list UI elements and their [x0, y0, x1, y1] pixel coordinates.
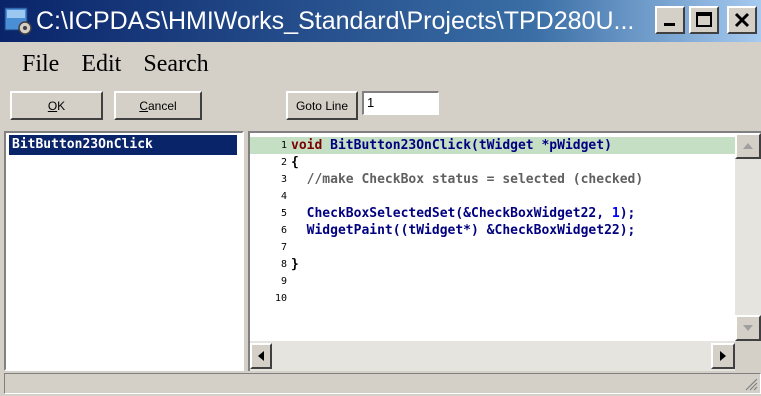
menu-search[interactable]: Search [143, 49, 208, 79]
code-token: CheckBoxSelectedSet(&CheckBoxWidget22, [291, 206, 612, 221]
close-button[interactable] [727, 6, 757, 34]
code-text: void BitButton23OnClick(tWidget *pWidget… [291, 137, 612, 154]
code-token: void [291, 138, 323, 153]
scroll-right-button[interactable] [711, 343, 735, 369]
scroll-left-icon [258, 351, 264, 361]
code-text: { [291, 154, 299, 171]
code-line[interactable]: 9 [250, 273, 735, 290]
vertical-scrollbar[interactable] [735, 133, 761, 341]
code-line[interactable]: 5 CheckBoxSelectedSet(&CheckBoxWidget22,… [250, 205, 735, 222]
title-bar[interactable]: C:\ICPDAS\HMIWorks_Standard\Projects\TPD… [0, 0, 761, 42]
menu-edit[interactable]: Edit [81, 49, 121, 79]
line-number: 2 [280, 157, 287, 168]
code-token: BitButton23OnClick(tWidget *pWidget) [322, 138, 612, 153]
scroll-up-icon [743, 143, 753, 149]
minimize-icon [664, 23, 675, 26]
code-token: 1 [611, 206, 620, 221]
function-list[interactable]: BitButton23OnClick [4, 131, 244, 371]
resize-grip[interactable] [744, 377, 758, 391]
close-icon [734, 12, 750, 28]
ok-button-label: OK [47, 98, 66, 113]
app-icon[interactable] [4, 7, 34, 35]
code-token: WidgetPaint((tWidget*) &CheckBoxWidget22… [291, 223, 636, 238]
scrollbar-corner [735, 341, 761, 371]
maximize-button[interactable] [689, 6, 719, 34]
line-number: 9 [280, 276, 287, 287]
status-bar [4, 373, 761, 394]
scroll-up-button[interactable] [735, 133, 761, 159]
scroll-down-button[interactable] [735, 315, 761, 341]
function-list-item[interactable]: BitButton23OnClick [9, 135, 237, 155]
scroll-left-button[interactable] [250, 343, 272, 369]
menu-bar: File Edit Search [0, 44, 761, 84]
code-line[interactable]: 1 void BitButton23OnClick(tWidget *pWidge… [250, 137, 735, 154]
maximize-icon [696, 12, 712, 27]
code-token: //make CheckBox status = selected (check… [291, 172, 644, 187]
line-number: 7 [280, 242, 287, 253]
code-line[interactable]: 6 WidgetPaint((tWidget*) &CheckBoxWidget… [250, 222, 735, 239]
minimize-button[interactable] [655, 6, 685, 34]
code-text: CheckBoxSelectedSet(&CheckBoxWidget22, 1… [291, 205, 636, 222]
code-text: //make CheckBox status = selected (check… [291, 171, 644, 188]
code-line[interactable]: 4 [250, 188, 735, 205]
resize-grip-icon [745, 378, 758, 391]
code-token: ); [619, 206, 636, 221]
code-line[interactable]: 7 [250, 239, 735, 256]
line-number: 6 [280, 225, 287, 236]
line-number: 10 [274, 293, 287, 304]
code-area[interactable]: 1 void BitButton23OnClick(tWidget *pWidge… [250, 133, 735, 341]
horizontal-scrollbar[interactable] [250, 341, 735, 371]
cancel-button-label: Cancel [139, 98, 177, 113]
code-line[interactable]: 3 //make CheckBox status = selected (che… [250, 171, 735, 188]
code-text: WidgetPaint((tWidget*) &CheckBoxWidget22… [291, 222, 636, 239]
code-line[interactable]: 10 [250, 290, 735, 307]
goto-line-input[interactable]: 1 [362, 91, 439, 115]
code-line[interactable]: 2{ [250, 154, 735, 171]
scroll-right-icon [720, 351, 726, 361]
scroll-down-icon [743, 325, 753, 331]
line-number: 4 [280, 191, 287, 202]
code-editor[interactable]: 1 void BitButton23OnClick(tWidget *pWidge… [248, 131, 761, 371]
code-line[interactable]: 8} [250, 256, 735, 273]
goto-line-button[interactable]: Goto Line [286, 91, 358, 120]
code-token: { [291, 155, 299, 170]
goto-line-label: Goto Line [295, 98, 349, 113]
code-text: } [291, 256, 299, 273]
line-number: 1 [280, 140, 287, 151]
menu-file[interactable]: File [22, 49, 59, 79]
window-title: C:\ICPDAS\HMIWorks_Standard\Projects\TPD… [36, 7, 635, 35]
cancel-button[interactable]: Cancel [114, 91, 202, 120]
ok-button[interactable]: OK [10, 91, 103, 120]
line-number: 3 [280, 174, 287, 185]
line-number: 5 [280, 208, 287, 219]
code-token: } [291, 257, 299, 272]
line-number: 8 [280, 259, 287, 270]
